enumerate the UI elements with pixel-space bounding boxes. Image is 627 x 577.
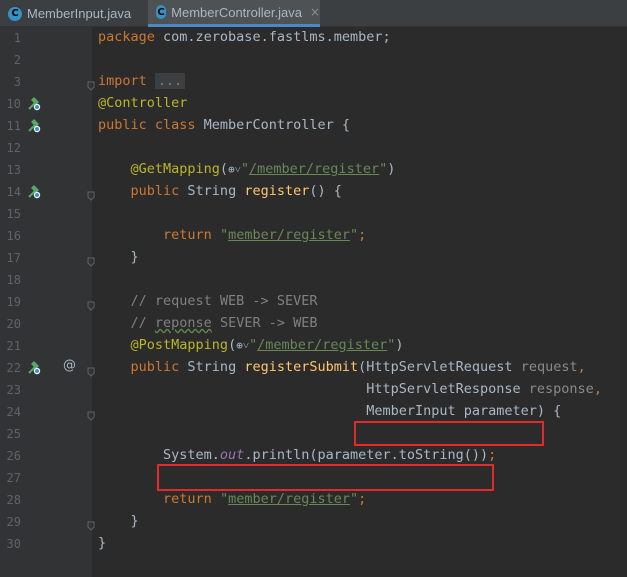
code-text: MemberInput parameter) { — [98, 403, 562, 419]
code-line[interactable]: 13 @GetMapping(⊕˅"/member/register") — [0, 159, 627, 181]
fold-icon[interactable] — [87, 76, 95, 91]
code-text: public String register() { — [130, 183, 342, 199]
code-text: public class MemberController { — [98, 117, 350, 133]
fold-icon[interactable] — [87, 296, 95, 311]
line-number: 25 — [6, 427, 21, 441]
code-line[interactable]: 14 public String register() { — [0, 181, 627, 203]
code-text: } — [98, 513, 139, 529]
tab-membercontroller[interactable]: C MemberController.java × — [148, 0, 320, 27]
code-line[interactable]: 12 — [0, 137, 627, 159]
code-line[interactable]: 20 // reponse SEVER -> WEB — [0, 313, 627, 335]
code-text: } — [98, 535, 107, 551]
line-number: 14 — [6, 185, 21, 199]
code-line[interactable]: 30} — [0, 533, 627, 555]
tab-label: MemberInput.java — [27, 6, 132, 21]
line-number: 2 — [13, 53, 21, 67]
bean-icon[interactable] — [26, 360, 42, 376]
line-number: 16 — [6, 229, 21, 243]
line-number: 18 — [6, 273, 21, 287]
code-line[interactable]: 18 — [0, 269, 627, 291]
line-number: 17 — [6, 251, 21, 265]
code-text: return "member/register"; — [163, 227, 367, 243]
code-text: @Controller — [98, 95, 188, 111]
bean-icon[interactable] — [26, 118, 42, 134]
code-line[interactable]: 15 — [0, 203, 627, 225]
line-number: 24 — [6, 405, 21, 419]
code-text: } — [98, 249, 139, 265]
tab-memberinput[interactable]: C MemberInput.java — [0, 0, 148, 27]
line-number: 10 — [6, 97, 21, 111]
fold-icon[interactable] — [87, 252, 95, 267]
code-line[interactable]: 22 @ public String registerSubmit(HttpSer… — [0, 357, 627, 379]
code-text: import ... — [98, 73, 186, 89]
code-text: public String registerSubmit(HttpServlet… — [130, 359, 586, 375]
line-number: 29 — [6, 515, 21, 529]
code-line[interactable]: 28 return "member/register"; — [0, 489, 627, 511]
line-number: 15 — [6, 207, 21, 221]
implementation-icon[interactable]: @ — [63, 358, 76, 373]
code-line[interactable]: 3 import ... — [0, 71, 627, 93]
code-text: HttpServletResponse response, — [98, 381, 602, 397]
code-line[interactable]: 19 // request WEB -> SEVER — [0, 291, 627, 313]
line-number: 20 — [6, 317, 21, 331]
fold-icon[interactable] — [87, 186, 95, 201]
code-line[interactable]: 2 — [0, 49, 627, 71]
class-icon: C — [8, 6, 22, 21]
code-text: package com.zerobase.fastlms.member; — [98, 29, 391, 45]
fold-icon[interactable] — [87, 362, 95, 377]
code-text: // reponse SEVER -> WEB — [130, 315, 318, 331]
code-line[interactable]: 24 MemberInput parameter) { — [0, 401, 627, 423]
tab-label: MemberController.java — [171, 4, 302, 20]
line-number: 27 — [6, 471, 21, 485]
code-line[interactable]: 21 @PostMapping(⊕˅"/member/register") — [0, 335, 627, 357]
line-number: 28 — [6, 493, 21, 507]
line-number: 19 — [6, 295, 21, 309]
code-text: @GetMapping(⊕˅"/member/register") — [130, 161, 396, 177]
code-line[interactable]: 16 return "member/register"; — [0, 225, 627, 247]
editor-tab-bar: C MemberInput.java C MemberController.ja… — [0, 0, 627, 27]
line-number: 1 — [13, 31, 21, 45]
line-number: 23 — [6, 383, 21, 397]
code-line[interactable]: 17 } — [0, 247, 627, 269]
highlight-box-println — [157, 464, 494, 491]
fold-icon[interactable] — [87, 406, 95, 421]
line-number: 13 — [6, 163, 21, 177]
close-icon[interactable]: × — [310, 5, 320, 19]
line-number: 21 — [6, 339, 21, 353]
code-line[interactable]: 1 package com.zerobase.fastlms.member; — [0, 27, 627, 49]
class-icon: C — [156, 5, 167, 19]
code-line[interactable]: 29 } — [0, 511, 627, 533]
code-line[interactable]: 11 public class MemberController { — [0, 115, 627, 137]
bean-icon[interactable] — [26, 96, 42, 112]
code-text: return "member/register"; — [163, 491, 367, 507]
line-number: 12 — [6, 141, 21, 155]
code-line[interactable]: 10 @Controller — [0, 93, 627, 115]
line-number: 30 — [6, 537, 21, 551]
bean-icon[interactable] — [26, 184, 42, 200]
code-text: @PostMapping(⊕˅"/member/register") — [130, 337, 404, 353]
line-number: 22 — [6, 361, 21, 375]
line-number: 26 — [6, 449, 21, 463]
code-text: // request WEB -> SEVER — [130, 293, 318, 309]
code-line[interactable]: 23 HttpServletResponse response, — [0, 379, 627, 401]
code-text: System.out.println(parameter.toString())… — [98, 447, 497, 463]
fold-icon[interactable] — [87, 516, 95, 531]
line-number: 3 — [13, 75, 21, 89]
line-number: 11 — [6, 119, 21, 133]
highlight-box-memberinput-parameter — [354, 421, 544, 446]
